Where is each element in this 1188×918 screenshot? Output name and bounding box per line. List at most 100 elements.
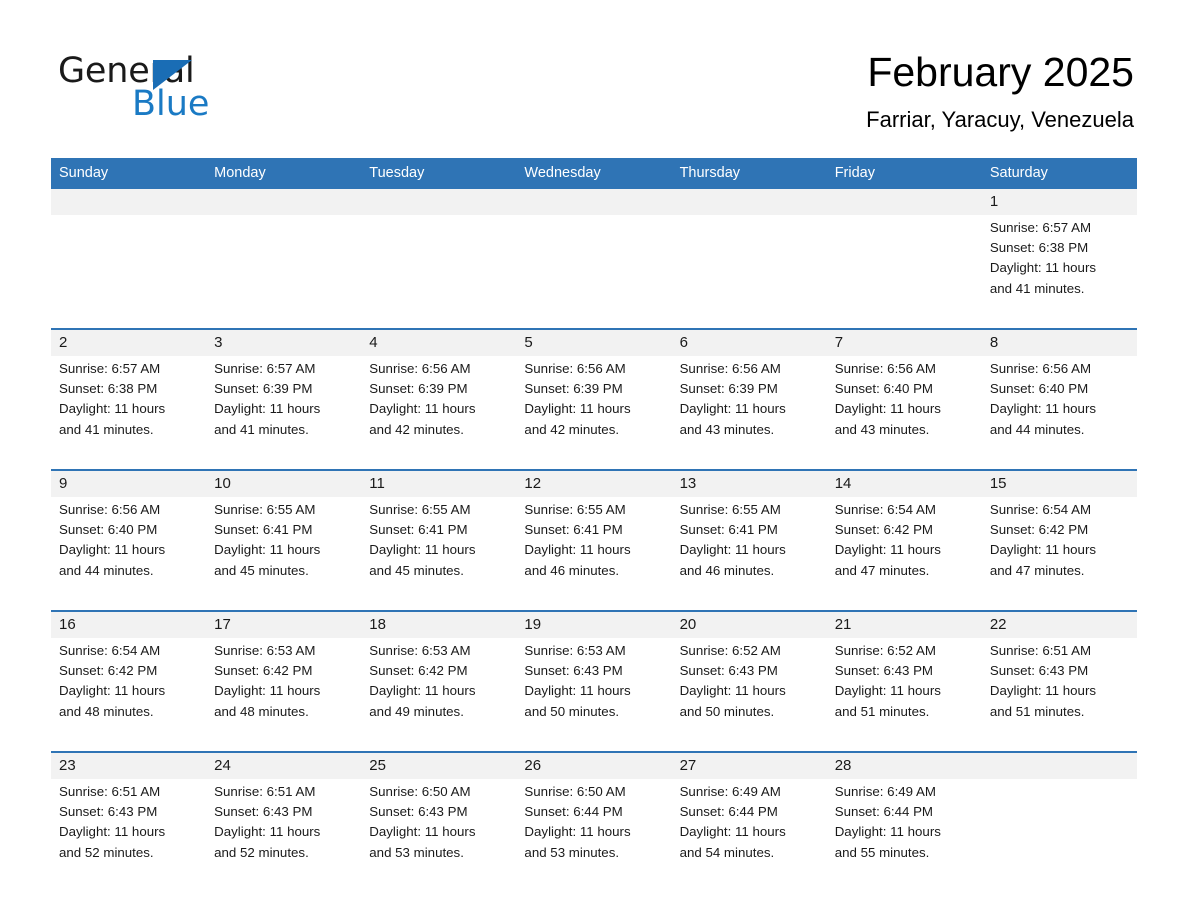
day-cell[interactable] xyxy=(361,215,517,329)
weekday-header-monday: Monday xyxy=(206,158,362,189)
day-cell[interactable]: Sunrise: 6:57 AM Sunset: 6:38 PM Dayligh… xyxy=(981,215,1137,329)
day-cell[interactable] xyxy=(981,779,1137,888)
day-cell[interactable]: Sunrise: 6:51 AM Sunset: 6:43 PM Dayligh… xyxy=(51,779,207,888)
sunset-text: Sunset: 6:39 PM xyxy=(679,381,778,397)
daylight-text-line2: and 46 minutes. xyxy=(524,562,620,578)
daylight-text-line2: and 44 minutes. xyxy=(989,421,1085,437)
daylight-text-line1: Daylight: 11 hours xyxy=(369,683,476,699)
week-5-daynumbers: 23 24 25 26 27 28 xyxy=(51,751,1137,779)
daylight-text-line2: and 44 minutes. xyxy=(59,562,154,578)
day-cell[interactable]: Sunrise: 6:54 AM Sunset: 6:42 PM Dayligh… xyxy=(981,497,1137,611)
daylight-text-line1: Daylight: 11 hours xyxy=(679,683,786,699)
daylight-text-line2: and 41 minutes. xyxy=(214,421,309,437)
day-cell[interactable] xyxy=(516,215,672,329)
sunset-text: Sunset: 6:40 PM xyxy=(834,381,934,397)
day-cell[interactable]: Sunrise: 6:54 AM Sunset: 6:42 PM Dayligh… xyxy=(826,497,982,611)
daylight-text-line2: and 51 minutes. xyxy=(834,703,930,719)
daylight-text-line2: and 42 minutes. xyxy=(524,421,620,437)
weekday-header-saturday: Saturday xyxy=(981,158,1137,189)
sunrise-text: Sunrise: 6:56 AM xyxy=(59,502,161,517)
day-cell[interactable]: Sunrise: 6:50 AM Sunset: 6:44 PM Dayligh… xyxy=(516,779,672,888)
day-cell[interactable] xyxy=(671,215,827,329)
day-cell[interactable] xyxy=(51,215,207,329)
day-cell[interactable]: Sunrise: 6:52 AM Sunset: 6:43 PM Dayligh… xyxy=(826,638,982,752)
sunset-text: Sunset: 6:41 PM xyxy=(214,522,313,538)
day-cell[interactable]: Sunrise: 6:49 AM Sunset: 6:44 PM Dayligh… xyxy=(671,779,827,888)
day-cell[interactable] xyxy=(206,215,362,329)
day-cell[interactable]: Sunrise: 6:57 AM Sunset: 6:38 PM Dayligh… xyxy=(51,356,207,470)
title-block: February 2025 Farriar, Yaracuy, Venezuel… xyxy=(514,48,1134,133)
sunrise-text: Sunrise: 6:53 AM xyxy=(369,643,471,658)
sunset-text: Sunset: 6:38 PM xyxy=(59,381,158,397)
weekday-header-thursday: Thursday xyxy=(671,158,827,189)
sunset-text: Sunset: 6:39 PM xyxy=(214,381,313,397)
daylight-text-line1: Daylight: 11 hours xyxy=(214,683,321,699)
day-cell[interactable]: Sunrise: 6:55 AM Sunset: 6:41 PM Dayligh… xyxy=(361,497,517,611)
day-cell[interactable]: Sunrise: 6:56 AM Sunset: 6:39 PM Dayligh… xyxy=(516,356,672,470)
daylight-text-line2: and 43 minutes. xyxy=(834,421,930,437)
day-number: 14 xyxy=(826,469,982,497)
day-number: 26 xyxy=(516,751,672,779)
day-number: 6 xyxy=(671,328,827,356)
sunrise-text: Sunrise: 6:56 AM xyxy=(679,361,781,376)
day-number: 16 xyxy=(51,610,207,638)
day-cell[interactable]: Sunrise: 6:49 AM Sunset: 6:44 PM Dayligh… xyxy=(826,779,982,888)
daylight-text-line2: and 47 minutes. xyxy=(834,562,930,578)
day-number: 27 xyxy=(671,751,827,779)
day-cell[interactable]: Sunrise: 6:56 AM Sunset: 6:39 PM Dayligh… xyxy=(361,356,517,470)
day-number: 25 xyxy=(361,751,517,779)
day-cell[interactable]: Sunrise: 6:56 AM Sunset: 6:39 PM Dayligh… xyxy=(671,356,827,470)
day-number: 19 xyxy=(516,610,672,638)
sunset-text: Sunset: 6:42 PM xyxy=(989,522,1089,538)
sunset-text: Sunset: 6:41 PM xyxy=(679,522,778,538)
day-cell[interactable]: Sunrise: 6:55 AM Sunset: 6:41 PM Dayligh… xyxy=(516,497,672,611)
daylight-text-line2: and 52 minutes. xyxy=(214,844,309,860)
day-cell[interactable]: Sunrise: 6:51 AM Sunset: 6:43 PM Dayligh… xyxy=(206,779,362,888)
sunrise-text: Sunrise: 6:54 AM xyxy=(834,502,936,517)
day-cell[interactable]: Sunrise: 6:53 AM Sunset: 6:42 PM Dayligh… xyxy=(206,638,362,752)
daylight-text-line2: and 46 minutes. xyxy=(679,562,775,578)
sunrise-text: Sunrise: 6:54 AM xyxy=(59,643,161,658)
daylight-text-line1: Daylight: 11 hours xyxy=(989,260,1097,276)
day-cell[interactable] xyxy=(826,215,982,329)
day-cell[interactable]: Sunrise: 6:53 AM Sunset: 6:43 PM Dayligh… xyxy=(516,638,672,752)
sunset-text: Sunset: 6:38 PM xyxy=(989,240,1089,256)
weekday-header-friday: Friday xyxy=(826,158,982,189)
sunset-text: Sunset: 6:42 PM xyxy=(369,663,468,679)
weekday-header-sunday: Sunday xyxy=(51,158,207,189)
week-1-daynumbers: 1 xyxy=(51,189,1137,215)
week-5-details: Sunrise: 6:51 AM Sunset: 6:43 PM Dayligh… xyxy=(51,779,1137,888)
day-cell[interactable]: Sunrise: 6:57 AM Sunset: 6:39 PM Dayligh… xyxy=(206,356,362,470)
page-title: February 2025 xyxy=(867,49,1134,95)
week-2-daynumbers: 2 3 4 5 6 7 8 xyxy=(51,328,1137,356)
daylight-text-line2: and 49 minutes. xyxy=(369,703,464,719)
day-cell[interactable]: Sunrise: 6:53 AM Sunset: 6:42 PM Dayligh… xyxy=(361,638,517,752)
daylight-text-line1: Daylight: 11 hours xyxy=(834,824,941,840)
weekday-header-wednesday: Wednesday xyxy=(516,158,672,189)
week-3-details: Sunrise: 6:56 AM Sunset: 6:40 PM Dayligh… xyxy=(51,497,1137,611)
day-cell[interactable]: Sunrise: 6:50 AM Sunset: 6:43 PM Dayligh… xyxy=(361,779,517,888)
daylight-text-line1: Daylight: 11 hours xyxy=(989,542,1097,558)
daylight-text-line1: Daylight: 11 hours xyxy=(59,683,166,699)
general-blue-logo[interactable]: General Blue xyxy=(58,52,318,123)
day-cell[interactable]: Sunrise: 6:56 AM Sunset: 6:40 PM Dayligh… xyxy=(51,497,207,611)
day-cell[interactable]: Sunrise: 6:55 AM Sunset: 6:41 PM Dayligh… xyxy=(206,497,362,611)
daylight-text-line1: Daylight: 11 hours xyxy=(834,542,941,558)
day-number: 11 xyxy=(361,469,517,497)
day-cell[interactable]: Sunrise: 6:56 AM Sunset: 6:40 PM Dayligh… xyxy=(981,356,1137,470)
daylight-text-line1: Daylight: 11 hours xyxy=(369,401,476,417)
calendar-page: General Blue February 2025 Farriar, Yara… xyxy=(0,0,1188,918)
sunrise-text: Sunrise: 6:57 AM xyxy=(214,361,316,376)
daylight-text-line2: and 51 minutes. xyxy=(989,703,1085,719)
day-number: 2 xyxy=(51,328,207,356)
day-cell[interactable]: Sunrise: 6:52 AM Sunset: 6:43 PM Dayligh… xyxy=(671,638,827,752)
daylight-text-line2: and 41 minutes. xyxy=(59,421,154,437)
calendar-header-row: Sunday Monday Tuesday Wednesday Thursday… xyxy=(51,158,1137,189)
daylight-text-line2: and 48 minutes. xyxy=(214,703,309,719)
day-cell[interactable]: Sunrise: 6:54 AM Sunset: 6:42 PM Dayligh… xyxy=(51,638,207,752)
daylight-text-line2: and 45 minutes. xyxy=(369,562,464,578)
day-cell[interactable]: Sunrise: 6:51 AM Sunset: 6:43 PM Dayligh… xyxy=(981,638,1137,752)
day-cell[interactable]: Sunrise: 6:56 AM Sunset: 6:40 PM Dayligh… xyxy=(826,356,982,470)
sunrise-text: Sunrise: 6:52 AM xyxy=(679,643,781,658)
day-cell[interactable]: Sunrise: 6:55 AM Sunset: 6:41 PM Dayligh… xyxy=(671,497,827,611)
